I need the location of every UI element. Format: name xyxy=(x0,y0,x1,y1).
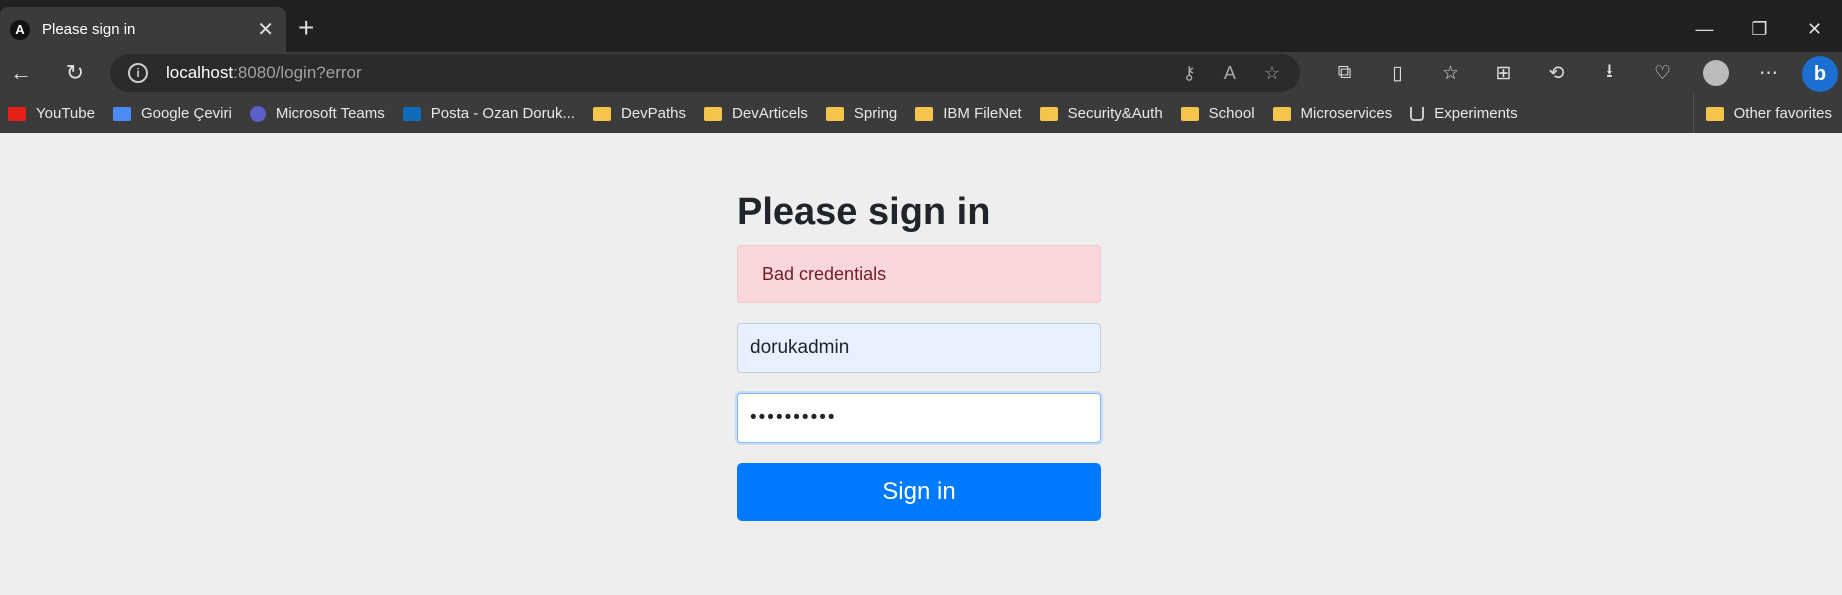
more-options-icon[interactable]: ⋯ xyxy=(1742,52,1795,94)
tab-title: Please sign in xyxy=(42,21,136,38)
bookmark-school[interactable]: School xyxy=(1180,105,1255,122)
sign-in-form: Please sign in Bad credentials Sign in xyxy=(737,189,1101,521)
outlook-icon xyxy=(402,106,421,121)
bookmark-microservices[interactable]: Microservices xyxy=(1272,105,1393,122)
folder-icon xyxy=(704,106,723,121)
error-alert: Bad credentials xyxy=(737,245,1101,303)
bookmark-ibm-filenet[interactable]: IBM FileNet xyxy=(915,105,1022,122)
folder-icon xyxy=(592,106,611,121)
bookmark-label: Microservices xyxy=(1300,105,1393,122)
folder-icon xyxy=(1705,106,1724,121)
split-screen-icon[interactable]: ▯ xyxy=(1371,52,1424,94)
bookmark-label: Spring xyxy=(853,105,898,122)
site-info-icon[interactable]: i xyxy=(128,63,148,83)
folder-icon xyxy=(825,106,844,121)
browser-essentials-icon[interactable]: ♡ xyxy=(1636,52,1689,94)
bookmark-youtube[interactable]: YouTube xyxy=(8,105,95,122)
youtube-icon xyxy=(8,106,26,121)
url-text[interactable]: localhost:8080/login?error xyxy=(166,63,362,83)
profile-icon[interactable] xyxy=(1689,52,1742,94)
new-tab-icon[interactable]: + xyxy=(298,13,314,43)
teams-icon xyxy=(249,105,266,122)
bookmark-google-ceviri[interactable]: Google Çeviri xyxy=(112,105,232,122)
bookmark-label: Experiments xyxy=(1434,105,1518,122)
restore-icon[interactable]: ❐ xyxy=(1732,7,1787,52)
angular-favicon-icon: A xyxy=(10,19,30,40)
page-content: Please sign in Bad credentials Sign in xyxy=(0,133,1842,595)
google-translate-icon xyxy=(112,106,131,121)
url-host: localhost xyxy=(166,63,234,82)
close-tab-icon[interactable]: ✕ xyxy=(257,17,274,42)
bookmark-label: Posta - Ozan Doruk... xyxy=(430,105,575,122)
bookmark-spring[interactable]: Spring xyxy=(825,105,898,122)
folder-icon xyxy=(1272,106,1291,121)
bing-copilot-icon[interactable]: b xyxy=(1802,56,1838,92)
active-tab[interactable]: A Please sign in ✕ xyxy=(0,7,286,52)
bookmark-label: Google Çeviri xyxy=(140,105,232,122)
refresh-icon[interactable]: ↻ xyxy=(58,56,92,90)
bookmark-microsoft-teams[interactable]: Microsoft Teams xyxy=(249,105,385,122)
username-field[interactable] xyxy=(737,323,1101,373)
favorites-icon[interactable]: ☆ xyxy=(1424,52,1477,94)
bookmark-devpaths[interactable]: DevPaths xyxy=(592,105,687,122)
other-favorites-label: Other favorites xyxy=(1733,105,1832,122)
browser-chrome: A Please sign in ✕ + — ❐ ✕ ← ↻ i localho… xyxy=(0,0,1842,133)
address-bar-icons: ⚷ A ☆ xyxy=(1183,54,1280,92)
password-field[interactable] xyxy=(737,393,1101,443)
history-icon[interactable]: ⟲ xyxy=(1530,52,1583,94)
password-key-icon[interactable]: ⚷ xyxy=(1183,63,1196,84)
title-bar-edge xyxy=(0,0,1842,7)
bookmarks-bar: YouTube Google Çeviri Microsoft Teams Po… xyxy=(0,94,1842,133)
bookmark-experiments[interactable]: Experiments xyxy=(1410,105,1518,122)
flask-icon xyxy=(1410,106,1425,121)
downloads-icon[interactable]: ⭳ xyxy=(1583,52,1636,94)
bookmark-security-auth[interactable]: Security&Auth xyxy=(1039,105,1163,122)
bookmark-label: DevArticels xyxy=(732,105,808,122)
navigation-bar: ← ↻ i localhost:8080/login?error ⚷ A ☆ ⧉… xyxy=(0,52,1842,94)
bookmark-posta[interactable]: Posta - Ozan Doruk... xyxy=(402,105,575,122)
close-window-icon[interactable]: ✕ xyxy=(1787,7,1842,52)
address-bar[interactable]: i localhost:8080/login?error ⚷ A ☆ xyxy=(110,54,1300,92)
window-controls: — ❐ ✕ xyxy=(1677,7,1842,52)
collections-icon[interactable]: ⊞ xyxy=(1477,52,1530,94)
toolbar-icons: ⧉ ▯ ☆ ⊞ ⟲ ⭳ ♡ ⋯ xyxy=(1318,52,1795,94)
bookmark-label: Security&Auth xyxy=(1067,105,1163,122)
bookmark-devarticels[interactable]: DevArticels xyxy=(704,105,808,122)
bookmark-label: School xyxy=(1208,105,1255,122)
folder-icon xyxy=(1039,106,1058,121)
folder-icon xyxy=(915,106,934,121)
bookmark-label: IBM FileNet xyxy=(943,105,1022,122)
tab-strip: A Please sign in ✕ + — ❐ ✕ xyxy=(0,7,1842,52)
bookmark-label: YouTube xyxy=(36,105,95,122)
url-path: :8080/login?error xyxy=(233,63,362,82)
folder-icon xyxy=(1180,106,1199,121)
bookmark-label: DevPaths xyxy=(620,105,687,122)
favorite-star-icon[interactable]: ☆ xyxy=(1264,63,1280,84)
back-icon[interactable]: ← xyxy=(4,56,38,90)
page-title: Please sign in xyxy=(737,191,991,233)
extensions-icon[interactable]: ⧉ xyxy=(1318,52,1371,94)
bookmark-label: Microsoft Teams xyxy=(275,105,385,122)
sign-in-button[interactable]: Sign in xyxy=(737,463,1101,521)
minimize-icon[interactable]: — xyxy=(1677,7,1732,52)
other-favorites[interactable]: Other favorites xyxy=(1692,94,1832,133)
read-aloud-icon[interactable]: A xyxy=(1224,63,1236,84)
avatar xyxy=(1702,60,1729,86)
